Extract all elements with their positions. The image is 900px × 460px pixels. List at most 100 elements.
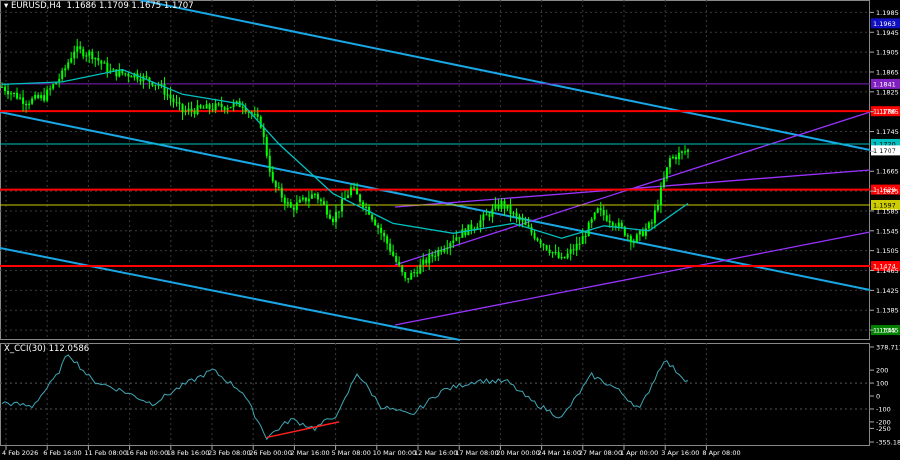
candle-body — [626, 235, 629, 237]
candle-body — [91, 51, 94, 60]
price-tick-label: 1.1345 — [876, 327, 899, 335]
candle-body — [301, 197, 304, 200]
trend-channels — [0, 0, 871, 341]
candle-body — [187, 108, 190, 111]
price-tick-label: 1.1985 — [876, 9, 899, 17]
candle-body — [687, 149, 689, 152]
candle-body — [106, 62, 109, 73]
candle-body — [271, 171, 274, 182]
candle-body — [319, 199, 322, 202]
time-label: 4 Feb 2026 — [2, 449, 38, 457]
candle-body — [632, 242, 635, 244]
candle-body — [19, 97, 22, 99]
candle-body — [130, 76, 133, 78]
candle-body — [274, 181, 277, 188]
candle-body — [683, 151, 686, 153]
candle-body — [455, 237, 458, 241]
candle-body — [440, 249, 443, 252]
candle-body — [73, 51, 76, 59]
candle-body — [500, 200, 503, 209]
candle-body — [139, 79, 142, 82]
candle-body — [398, 261, 401, 266]
candle-body — [184, 110, 187, 113]
time-label: 3 Apr 16:00 — [661, 449, 699, 457]
candle-body — [262, 127, 265, 137]
price-tick-label: 1.1385 — [876, 307, 899, 315]
candle-body — [202, 107, 205, 109]
candle-body — [530, 226, 533, 233]
candle-body — [677, 152, 680, 160]
time-label: 8 Apr 08:00 — [702, 449, 740, 457]
candle-body — [350, 187, 353, 196]
blue-channel-upper — [139, 0, 871, 151]
time-label: 27 Mar 08:00 — [579, 449, 622, 457]
candle-body — [307, 198, 310, 202]
candle-body — [617, 222, 620, 227]
candle-body — [223, 107, 226, 110]
candle-body — [635, 234, 638, 243]
candle-body — [371, 214, 374, 220]
candle-body — [590, 219, 593, 223]
candle-body — [533, 232, 536, 239]
candle-body — [647, 222, 650, 229]
candle-body — [286, 202, 289, 204]
candle-body — [196, 105, 199, 115]
candle-body — [124, 73, 127, 75]
candle-body — [575, 243, 578, 251]
purple-channel-lower — [394, 231, 871, 326]
candle-body — [389, 243, 392, 252]
candle-body — [283, 197, 286, 204]
candle-body — [671, 156, 674, 159]
cci-indicator: 378.71162001000-100-200-250-355.1895 — [0, 344, 900, 447]
candle-body — [602, 209, 605, 216]
candle-body — [94, 58, 97, 60]
candle-body — [581, 235, 584, 245]
candle-body — [485, 214, 488, 216]
candle-body — [241, 107, 244, 109]
candle-body — [653, 210, 656, 224]
candle-body — [328, 214, 331, 219]
candle-body — [362, 202, 365, 208]
price-tick-label: 1.1425 — [876, 287, 899, 295]
candle-body — [277, 187, 280, 189]
candle-body — [410, 272, 413, 280]
dropdown-triangle-icon[interactable]: ▾ — [4, 1, 11, 11]
candle-body — [680, 151, 683, 153]
candle-body — [629, 235, 632, 243]
horizontal-levels: 1.19631.18411.17861.17201.17071.16281.15… — [0, 18, 900, 336]
candle-body — [434, 256, 437, 258]
candle-body — [416, 272, 419, 274]
purple-channel-middle — [394, 169, 871, 208]
candle-body — [10, 93, 13, 95]
eurusd-h4-chart[interactable]: 1.19631.18411.17861.17201.17071.16281.15… — [0, 0, 900, 460]
candle-body — [419, 264, 422, 274]
time-label: 17 Mar 08:00 — [455, 449, 498, 457]
candle-body — [437, 249, 440, 257]
candle-body — [593, 212, 596, 220]
price-tick-label: 1.1705 — [876, 148, 899, 156]
candle-body — [572, 249, 575, 251]
candle-body — [488, 214, 491, 217]
candle-body — [112, 69, 115, 71]
price-tick-label: 1.1465 — [876, 267, 899, 275]
candle-body — [82, 49, 85, 57]
candle-body — [214, 103, 217, 110]
candle-body — [28, 103, 31, 106]
candle-body — [506, 205, 509, 209]
candle-body — [313, 193, 316, 195]
candle-body — [659, 187, 662, 206]
time-label: 12 Mar 16:00 — [414, 449, 457, 457]
price-tick-label: 1.1905 — [876, 49, 899, 57]
candle-body — [422, 259, 425, 265]
candle-body — [127, 73, 130, 77]
candle-body — [253, 114, 256, 116]
candle-body — [446, 247, 449, 250]
moving-average — [1, 68, 689, 239]
candle-body — [353, 187, 356, 189]
candle-body — [578, 243, 581, 245]
cci-tick-label: -250 — [876, 425, 891, 433]
price-tick-label: 1.1585 — [876, 207, 899, 215]
candle-body — [512, 212, 515, 214]
time-label: 5 Mar 08:00 — [332, 449, 371, 457]
candle-body — [674, 156, 677, 160]
